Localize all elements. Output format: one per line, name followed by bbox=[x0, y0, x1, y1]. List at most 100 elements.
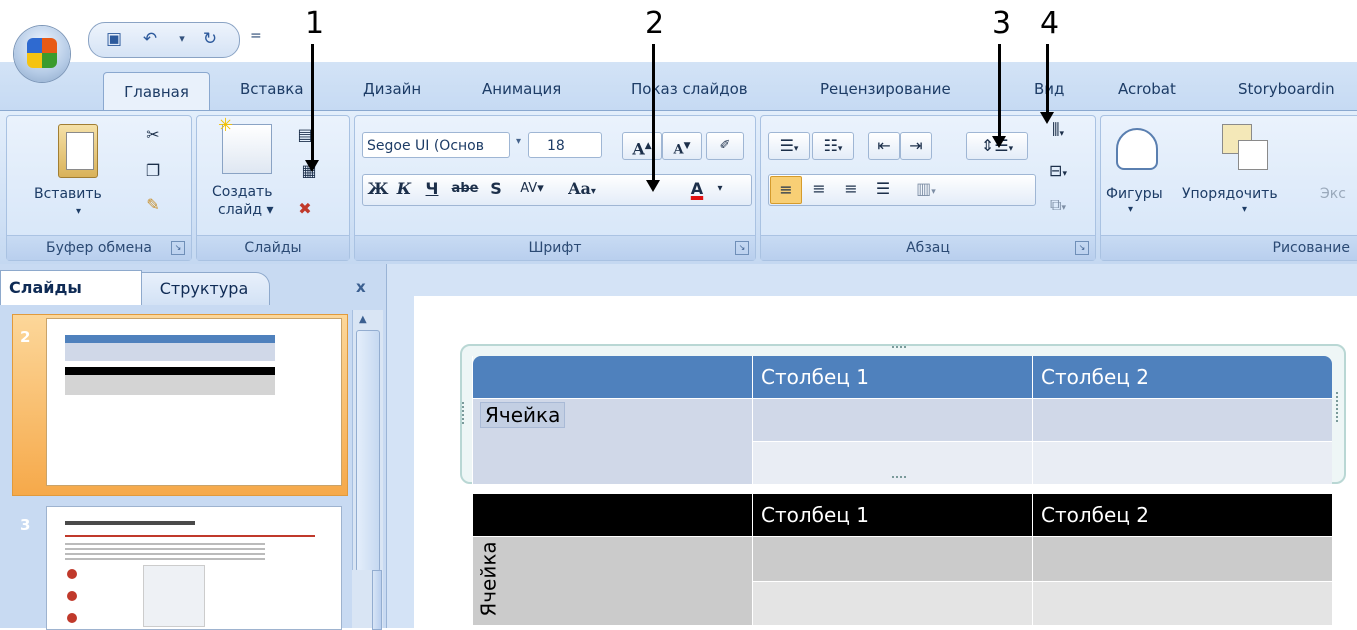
tab-home[interactable]: Главная bbox=[103, 72, 210, 111]
table-cell-text[interactable]: Ячейка bbox=[479, 402, 566, 428]
decrease-indent-icon[interactable]: ⇤ bbox=[868, 132, 900, 160]
justify-button[interactable]: ☰ bbox=[868, 176, 898, 202]
strikethrough-button[interactable]: abe bbox=[448, 176, 482, 202]
paragraph-launcher-icon[interactable]: ↘ bbox=[1075, 241, 1089, 255]
font-launcher-icon[interactable]: ↘ bbox=[735, 241, 749, 255]
tab-design[interactable]: Дизайн bbox=[363, 80, 421, 98]
shrink-font-button[interactable]: A▼ bbox=[662, 132, 702, 160]
thumb-bullet-icon bbox=[67, 569, 77, 579]
annotation-arrow bbox=[1040, 44, 1054, 124]
underline-button[interactable]: Ч bbox=[420, 176, 444, 202]
shapes-button[interactable]: Фигуры bbox=[1106, 186, 1163, 202]
table-cell[interactable] bbox=[752, 536, 1033, 581]
clipboard-group-label: Буфер обмена bbox=[7, 235, 191, 260]
save-icon[interactable]: ▣ bbox=[104, 29, 124, 49]
table-cell[interactable] bbox=[1032, 398, 1332, 442]
align-text-icon[interactable]: ⊟▾ bbox=[1040, 158, 1076, 187]
table-cell[interactable]: Ячейка bbox=[472, 398, 753, 484]
numbering-button[interactable]: ☷▾ bbox=[812, 132, 854, 160]
tab-slides[interactable]: Слайды bbox=[0, 270, 142, 305]
close-panel-icon[interactable]: x bbox=[356, 278, 366, 296]
table-cell[interactable] bbox=[1032, 536, 1332, 581]
paste-dropdown-icon[interactable]: ▾ bbox=[76, 206, 81, 217]
format-painter-icon[interactable]: ✎ bbox=[140, 192, 166, 218]
tab-slideshow[interactable]: Показ слайдов bbox=[631, 80, 748, 98]
align-center-button[interactable]: ≡ bbox=[804, 176, 834, 202]
table-cell-vertical[interactable]: Ячейка bbox=[472, 536, 753, 625]
grow-font-button[interactable]: A▲ bbox=[622, 132, 662, 160]
new-slide-dropdown[interactable]: слайд ▾ bbox=[218, 202, 273, 218]
new-star-icon: ✳ bbox=[218, 115, 234, 136]
undo-icon[interactable]: ↶ bbox=[140, 29, 160, 49]
bullets-button[interactable]: ☰▾ bbox=[768, 132, 810, 160]
font-name-dropdown-icon[interactable]: ▾ bbox=[516, 136, 521, 147]
font-size-select[interactable]: 18 bbox=[528, 132, 602, 158]
paste-page-icon bbox=[66, 132, 94, 170]
shapes-dropdown-icon[interactable]: ▾ bbox=[1128, 204, 1133, 215]
resize-handle-icon[interactable] bbox=[892, 346, 906, 351]
scroll-thumb-lower[interactable] bbox=[372, 570, 382, 630]
italic-button[interactable]: К bbox=[392, 176, 416, 202]
char-spacing-button[interactable]: AV▾ bbox=[512, 176, 552, 202]
columns-button[interactable]: ▥▾ bbox=[906, 176, 946, 205]
font-name-select[interactable]: Segoe UI (Основ bbox=[362, 132, 510, 158]
font-group-label: Шрифт bbox=[355, 235, 755, 260]
table-cell[interactable] bbox=[1032, 441, 1332, 484]
resize-handle-icon[interactable] bbox=[462, 402, 467, 424]
table-header-cell[interactable] bbox=[472, 494, 753, 537]
delete-slide-icon[interactable]: ✖ bbox=[292, 196, 318, 222]
cut-icon[interactable]: ✂ bbox=[140, 122, 166, 148]
clear-format-icon[interactable]: ✐ bbox=[706, 132, 744, 160]
table-header-cell[interactable]: Столбец 2 bbox=[1032, 356, 1332, 399]
align-right-button[interactable]: ≡ bbox=[836, 176, 866, 202]
tab-insert[interactable]: Вставка bbox=[240, 80, 304, 98]
slide-thumbnail-2[interactable] bbox=[46, 318, 342, 486]
tab-review[interactable]: Рецензирование bbox=[820, 80, 951, 98]
resize-handle-icon[interactable] bbox=[892, 476, 906, 481]
dialog-launcher-icon[interactable]: ↘ bbox=[171, 241, 185, 255]
annotation-arrow bbox=[646, 44, 660, 192]
paste-button[interactable]: Вставить bbox=[34, 186, 102, 202]
table-header-cell[interactable]: Столбец 2 bbox=[1032, 494, 1332, 537]
shadow-button[interactable]: S bbox=[484, 176, 508, 202]
increase-indent-icon[interactable]: ⇥ bbox=[900, 132, 932, 160]
qat-customize[interactable]: = bbox=[250, 28, 262, 44]
annotation-number: 2 bbox=[645, 6, 665, 41]
tab-view[interactable]: Вид bbox=[1034, 80, 1064, 98]
thumb-bullet-icon bbox=[67, 591, 77, 601]
table-black[interactable]: Столбец 1 Столбец 2 Ячейка bbox=[472, 494, 1332, 625]
align-left-button[interactable]: ≡ bbox=[770, 176, 802, 204]
bold-button[interactable]: Ж bbox=[366, 176, 390, 202]
table-header-cell[interactable]: Столбец 1 bbox=[752, 356, 1033, 399]
resize-handle-icon[interactable] bbox=[1336, 392, 1341, 422]
table-blue[interactable]: Столбец 1 Столбец 2 Ячейка bbox=[472, 356, 1332, 484]
copy-icon[interactable]: ❐ bbox=[140, 158, 166, 184]
tab-animation[interactable]: Анимация bbox=[482, 80, 561, 98]
table-cell[interactable] bbox=[752, 398, 1033, 442]
tab-storyboarding[interactable]: Storyboardin bbox=[1238, 80, 1335, 98]
font-color-dropdown-icon[interactable]: ▾ bbox=[712, 176, 728, 202]
tab-acrobat[interactable]: Acrobat bbox=[1118, 80, 1176, 98]
new-slide-button[interactable]: Создать bbox=[212, 184, 272, 200]
smartart-convert-icon[interactable]: ⧉▾ bbox=[1040, 192, 1076, 221]
arrange-button[interactable]: Упорядочить bbox=[1182, 186, 1278, 202]
table-header-cell[interactable] bbox=[472, 356, 753, 399]
shapes-icon[interactable] bbox=[1116, 128, 1158, 170]
font-color-button[interactable]: A bbox=[682, 176, 712, 202]
slide-thumbnail-3[interactable] bbox=[46, 506, 342, 630]
undo-dropdown-icon[interactable]: ▾ bbox=[172, 29, 192, 49]
arrange-back-icon bbox=[1238, 140, 1268, 170]
table-cell[interactable] bbox=[752, 580, 1033, 625]
scroll-up-icon[interactable]: ▲ bbox=[359, 314, 367, 325]
arrange-dropdown-icon[interactable]: ▾ bbox=[1242, 204, 1247, 215]
layout-icon[interactable]: ▤ bbox=[292, 122, 318, 148]
scroll-thumb[interactable] bbox=[356, 330, 380, 572]
thumb-table-body bbox=[65, 343, 275, 361]
redo-icon[interactable]: ↻ bbox=[200, 29, 220, 49]
quick-styles-button[interactable]: Экс bbox=[1320, 186, 1346, 202]
table-cell-text-vertical[interactable]: Ячейка bbox=[477, 541, 501, 616]
table-header-cell[interactable]: Столбец 1 bbox=[752, 494, 1033, 537]
change-case-button[interactable]: Aa▾ bbox=[560, 176, 604, 205]
table-cell[interactable] bbox=[1032, 580, 1332, 625]
tab-outline[interactable]: Структура bbox=[138, 272, 270, 305]
